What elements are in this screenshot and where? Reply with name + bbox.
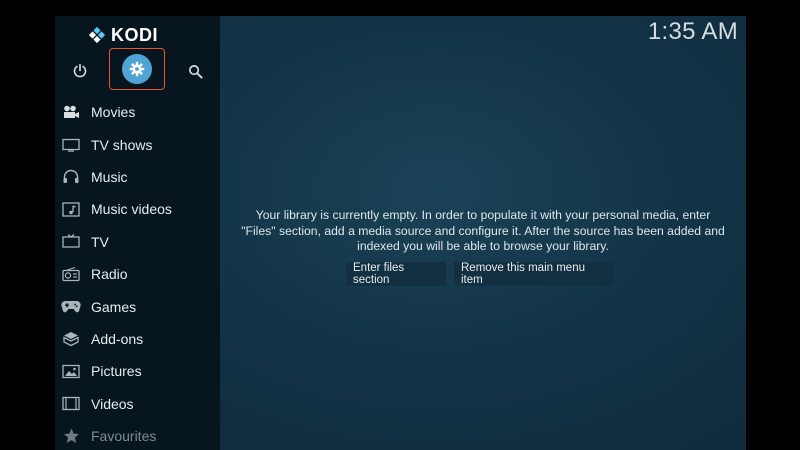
action-buttons: Enter files section Remove this main men… bbox=[346, 262, 613, 286]
radio-icon bbox=[61, 265, 81, 283]
kodi-logo: KODI bbox=[88, 24, 158, 46]
sidebar-item-label: Favourites bbox=[91, 428, 157, 445]
addons-icon bbox=[61, 330, 81, 348]
sidebar-item-label: Music videos bbox=[91, 201, 172, 218]
clock: 1:35 AM bbox=[647, 18, 738, 45]
music-videos-icon bbox=[61, 200, 81, 218]
sidebar-item-label: Music bbox=[91, 168, 128, 185]
remove-menu-item-button[interactable]: Remove this main menu item bbox=[454, 262, 613, 286]
sidebar-item-pictures[interactable]: Pictures bbox=[55, 355, 220, 387]
search-icon bbox=[188, 64, 203, 79]
sidebar: KODI Movies TV shows Music Music videos … bbox=[55, 16, 220, 450]
sidebar-item-add-ons[interactable]: Add-ons bbox=[55, 323, 220, 355]
enter-files-section-button[interactable]: Enter files section bbox=[346, 262, 446, 286]
search-button[interactable] bbox=[184, 60, 206, 82]
sidebar-item-tv-shows[interactable]: TV shows bbox=[55, 128, 220, 160]
brand-name: KODI bbox=[111, 24, 158, 45]
tv-icon bbox=[61, 233, 81, 251]
kodi-screen: KODI Movies TV shows Music Music videos … bbox=[55, 16, 746, 450]
kodi-logo-icon bbox=[88, 26, 106, 44]
sidebar-item-label: Movies bbox=[91, 104, 136, 121]
sidebar-item-movies[interactable]: Movies bbox=[55, 96, 220, 128]
sidebar-item-label: TV shows bbox=[91, 136, 153, 153]
sidebar-item-radio[interactable]: Radio bbox=[55, 258, 220, 290]
sidebar-item-label: Add-ons bbox=[91, 330, 144, 347]
movies-icon bbox=[61, 103, 81, 121]
sidebar-item-label: Pictures bbox=[91, 363, 142, 380]
gamepad-icon bbox=[61, 298, 81, 316]
settings-circle bbox=[122, 54, 152, 84]
sidebar-item-videos[interactable]: Videos bbox=[55, 388, 220, 420]
sidebar-item-games[interactable]: Games bbox=[55, 290, 220, 322]
empty-library-message: Your library is currently empty. In orde… bbox=[235, 208, 731, 255]
gear-icon bbox=[129, 61, 145, 77]
sidebar-item-label: TV bbox=[91, 233, 109, 250]
message-line: indexed you will be able to browse your … bbox=[357, 239, 609, 254]
sidebar-item-tv[interactable]: TV bbox=[55, 226, 220, 258]
message-line: Your library is currently empty. In orde… bbox=[255, 208, 711, 222]
pictures-icon bbox=[61, 362, 81, 380]
videos-icon bbox=[61, 395, 81, 413]
sidebar-item-music-videos[interactable]: Music videos bbox=[55, 193, 220, 225]
tv-shows-icon bbox=[61, 136, 81, 154]
settings-button[interactable] bbox=[109, 48, 165, 90]
power-button[interactable] bbox=[69, 60, 91, 82]
sidebar-item-label: Videos bbox=[91, 395, 134, 412]
sidebar-item-label: Games bbox=[91, 298, 137, 315]
power-icon bbox=[73, 63, 87, 78]
headphones-icon bbox=[61, 168, 81, 186]
sidebar-item-favourites[interactable]: Favourites bbox=[55, 420, 220, 450]
sidebar-item-label: Radio bbox=[91, 266, 128, 283]
sidebar-item-music[interactable]: Music bbox=[55, 161, 220, 193]
star-icon bbox=[61, 427, 81, 445]
message-line: "Files" section, add a media source and … bbox=[241, 223, 725, 238]
main-menu: Movies TV shows Music Music videos TV Ra… bbox=[55, 96, 220, 450]
